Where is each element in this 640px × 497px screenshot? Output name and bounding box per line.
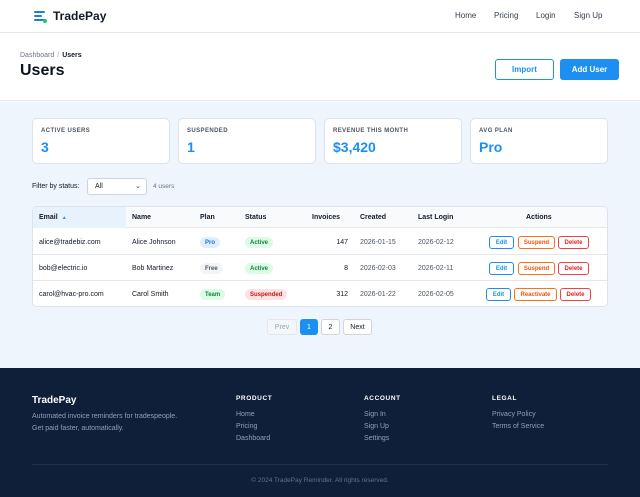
footer-divider <box>32 464 608 465</box>
table-header: Email ▲ Name Plan Status Invoices Created… <box>33 207 607 228</box>
sort-ascending-icon: ▲ <box>61 215 67 221</box>
suspend-button[interactable]: Suspend <box>518 236 555 249</box>
page-title: Users <box>20 62 65 79</box>
stat-value: 1 <box>187 139 195 155</box>
footer-copyright: © 2024 TradePay Reminder. All rights res… <box>251 477 389 484</box>
footer-description: Automated invoice reminders for tradespe… <box>32 413 178 432</box>
stat-card-active-users: ACTIVE USERS 3 <box>32 118 170 164</box>
edit-button[interactable]: Edit <box>489 262 514 275</box>
footer-link-dashboard[interactable]: Dashboard <box>236 435 270 442</box>
brand-logo[interactable]: TradePay <box>34 9 106 23</box>
stat-label: ACTIVE USERS <box>41 128 91 134</box>
table-row: alice@tradebiz.com Alice Johnson Pro Act… <box>33 229 607 255</box>
status-badge: Active <box>245 237 274 248</box>
table-row: carol@hvac-pro.com Carol Smith Team Susp… <box>33 281 607 306</box>
footer-heading-product: PRODUCT <box>236 395 273 402</box>
column-header-invoices[interactable]: Invoices <box>312 214 340 221</box>
stat-label: REVENUE THIS MONTH <box>333 128 409 134</box>
delete-button[interactable]: Delete <box>558 236 589 249</box>
pagination-page-1[interactable]: 1 <box>300 319 318 335</box>
nav-link-login[interactable]: Login <box>536 11 556 20</box>
breadcrumb-current: Users <box>62 52 82 59</box>
cell-created: 2026-01-22 <box>360 291 396 298</box>
chevron-down-icon: ⌄ <box>135 183 141 190</box>
plan-badge: Pro <box>200 237 221 248</box>
stat-card-avg-plan: AVG PLAN Pro <box>470 118 608 164</box>
column-header-email-label: Email <box>39 214 58 221</box>
footer-link-sign-up[interactable]: Sign Up <box>364 423 389 430</box>
brand-name: TradePay <box>53 9 107 23</box>
cell-invoices: 8 <box>344 265 348 272</box>
footer-link-terms[interactable]: Terms of Service <box>492 423 544 430</box>
cell-email: alice@tradebiz.com <box>39 239 101 246</box>
site-footer: TradePay Automated invoice reminders for… <box>0 368 640 497</box>
footer-link-sign-in[interactable]: Sign In <box>364 411 386 418</box>
main-content: ACTIVE USERS 3 SUSPENDED 1 REVENUE THIS … <box>0 102 640 368</box>
plan-badge: Free <box>200 263 223 274</box>
status-filter-select[interactable]: All ⌄ <box>87 178 147 195</box>
filter-label: Filter by status: <box>32 183 80 190</box>
column-header-actions: Actions <box>526 214 552 221</box>
stat-value: Pro <box>479 139 503 155</box>
footer-brand: TradePay <box>32 395 77 406</box>
breadcrumb: Dashboard / Users <box>20 52 82 59</box>
nav-link-signup[interactable]: Sign Up <box>574 11 602 20</box>
cell-name: Bob Martinez <box>132 265 174 272</box>
stat-value: 3 <box>41 139 49 155</box>
users-table: Email ▲ Name Plan Status Invoices Created… <box>32 206 608 307</box>
status-badge: Active <box>245 263 274 274</box>
cell-email: carol@hvac-pro.com <box>39 291 104 298</box>
pagination-next[interactable]: Next <box>343 319 372 335</box>
suspend-button[interactable]: Suspend <box>518 262 555 275</box>
table-row: bob@electric.io Bob Martinez Free Active… <box>33 255 607 281</box>
status-filter-value: All <box>95 183 103 190</box>
reactivate-button[interactable]: Reactivate <box>514 288 557 301</box>
page-header: Dashboard / Users Users Import Add User <box>0 33 640 101</box>
stat-label: SUSPENDED <box>187 128 228 134</box>
edit-button[interactable]: Edit <box>486 288 511 301</box>
status-badge: Suspended <box>245 289 288 300</box>
cell-name: Alice Johnson <box>132 239 176 246</box>
stat-label: AVG PLAN <box>479 128 513 134</box>
breadcrumb-separator: / <box>57 52 60 59</box>
user-count: 4 users <box>153 183 175 190</box>
column-header-name[interactable]: Name <box>132 214 151 221</box>
column-header-email[interactable]: Email ▲ <box>39 214 67 221</box>
column-header-status[interactable]: Status <box>245 214 266 221</box>
cell-email: bob@electric.io <box>39 265 88 272</box>
footer-link-privacy[interactable]: Privacy Policy <box>492 411 536 418</box>
footer-heading-legal: LEGAL <box>492 395 518 402</box>
nav-link-home[interactable]: Home <box>455 11 476 20</box>
cell-last-login: 2026-02-11 <box>418 265 454 272</box>
edit-button[interactable]: Edit <box>489 236 514 249</box>
column-header-last-login[interactable]: Last Login <box>418 214 453 221</box>
logo-icon <box>34 10 47 23</box>
cell-name: Carol Smith <box>132 291 169 298</box>
nav-link-pricing[interactable]: Pricing <box>494 11 518 20</box>
footer-link-settings[interactable]: Settings <box>364 435 389 442</box>
add-user-button[interactable]: Add User <box>560 59 619 80</box>
breadcrumb-dashboard[interactable]: Dashboard <box>20 52 54 59</box>
cell-last-login: 2026-02-12 <box>418 239 454 246</box>
column-header-plan[interactable]: Plan <box>200 214 215 221</box>
cell-created: 2026-02-03 <box>360 265 396 272</box>
delete-button[interactable]: Delete <box>560 288 591 301</box>
plan-badge: Team <box>200 289 226 300</box>
pagination-prev[interactable]: Prev <box>267 319 297 335</box>
footer-link-home[interactable]: Home <box>236 411 255 418</box>
delete-button[interactable]: Delete <box>558 262 589 275</box>
stat-card-suspended: SUSPENDED 1 <box>178 118 316 164</box>
cell-invoices: 312 <box>336 291 348 298</box>
column-header-created[interactable]: Created <box>360 214 386 221</box>
footer-heading-account: ACCOUNT <box>364 395 401 402</box>
cell-created: 2026-01-15 <box>360 239 396 246</box>
cell-invoices: 147 <box>336 239 348 246</box>
import-button[interactable]: Import <box>495 59 554 80</box>
footer-link-pricing[interactable]: Pricing <box>236 423 257 430</box>
cell-last-login: 2026-02-05 <box>418 291 454 298</box>
pagination-page-2[interactable]: 2 <box>321 319 340 335</box>
stat-card-revenue: REVENUE THIS MONTH $3,420 <box>324 118 462 164</box>
top-nav: TradePay Home Pricing Login Sign Up <box>0 0 640 33</box>
stat-value: $3,420 <box>333 139 376 155</box>
